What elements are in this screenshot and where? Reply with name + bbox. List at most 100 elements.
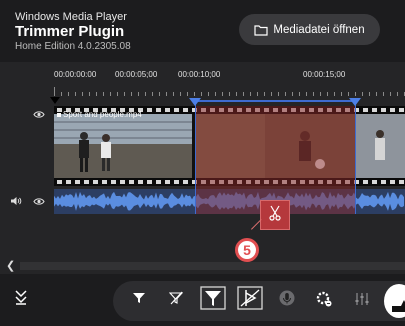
marker-out-icon[interactable] [349, 98, 361, 106]
perforation-hole [390, 180, 395, 184]
ruler-time-label: 00:00:05;00 [115, 70, 158, 79]
ruler-tick [236, 92, 237, 96]
ruler-tick [285, 92, 286, 96]
ruler-tick [201, 92, 202, 96]
ruler-tick [222, 92, 223, 96]
perforation-hole [381, 108, 386, 112]
ruler-tick [124, 92, 125, 96]
trim-filter-button[interactable] [200, 285, 226, 315]
perforation-hole [363, 108, 368, 112]
step-callout: 5 [235, 238, 259, 262]
ruler-tick [229, 92, 230, 96]
ruler-tick [341, 92, 342, 96]
perforation-hole [399, 180, 404, 184]
ruler-tick [75, 92, 76, 96]
selection-end-handle[interactable] [355, 100, 356, 214]
marker-in-icon[interactable] [189, 98, 201, 106]
ruler-tick [187, 92, 188, 96]
perforation-hole [372, 108, 377, 112]
ruler-tick [250, 92, 251, 96]
ruler-tick [376, 92, 377, 96]
selection-start-handle[interactable] [195, 100, 196, 214]
ruler-time-label: 00:00:15;00 [303, 70, 346, 79]
perforation-hole [399, 108, 404, 112]
ruler-tick [82, 92, 83, 96]
perforation-hole [111, 180, 116, 184]
ruler-tick [348, 92, 349, 96]
speaker-icon[interactable] [10, 193, 22, 211]
mark-out-button[interactable] [237, 285, 263, 315]
perforation-hole [372, 180, 377, 184]
ruler-tick [110, 92, 111, 96]
ruler-tick [152, 92, 153, 96]
sliders-icon [354, 291, 370, 312]
ruler-tick [54, 87, 55, 96]
ruler-tick [215, 92, 216, 96]
trim-selection[interactable] [195, 106, 356, 214]
ruler-tick [173, 92, 174, 96]
perforation-hole [390, 108, 395, 112]
ruler-tick [131, 92, 132, 96]
perforation-hole [66, 180, 71, 184]
ruler-tick [117, 92, 118, 96]
filter-button[interactable] [131, 293, 147, 307]
cut-button[interactable] [260, 200, 290, 230]
perforation-hole [129, 180, 134, 184]
scroll-left-icon[interactable]: ❮ [6, 259, 15, 272]
ruler-tick [103, 92, 104, 96]
ruler-tick [194, 92, 195, 96]
perforation-hole [183, 108, 188, 112]
perforation-hole [156, 180, 161, 184]
microphone-icon [279, 290, 295, 311]
ruler-tick [243, 92, 244, 96]
perforation-hole [120, 180, 125, 184]
perforation-hole [84, 180, 89, 184]
ruler-tick [138, 92, 139, 96]
ruler-tick [257, 92, 258, 96]
open-media-button[interactable]: Mediadatei öffnen [239, 14, 380, 45]
ruler-tick [320, 92, 321, 96]
time-ruler[interactable]: 00:00:00:00 00:00:05;00 00:00:10;00 00:00:1… [54, 70, 405, 96]
filter-off-button[interactable] [168, 291, 184, 308]
collapse-button[interactable] [14, 289, 28, 310]
filter-icon [132, 291, 146, 309]
ruler-time-label: 00:00:10;00 [178, 70, 221, 79]
mixer-button[interactable] [354, 291, 370, 312]
ruler-tick [355, 92, 356, 96]
eye-icon[interactable] [33, 193, 45, 211]
perforation-hole [138, 180, 143, 184]
perforation-hole [363, 180, 368, 184]
eye-icon[interactable] [33, 106, 45, 124]
perforation-hole [156, 108, 161, 112]
marker-out-icon [237, 285, 263, 315]
ruler-tick [96, 92, 97, 96]
perforation-hole [174, 180, 179, 184]
perforation-hole [174, 108, 179, 112]
ruler-tick [159, 92, 160, 96]
perforation-hole [147, 108, 152, 112]
filter-icon [200, 285, 226, 315]
ruler-tick [327, 92, 328, 96]
page-title: Trimmer Plugin [15, 23, 125, 40]
clip-marker-icon [57, 112, 61, 117]
video-thumbnail [54, 114, 192, 178]
ruler-tick [61, 92, 62, 96]
version-label: Home Edition 4.0.2305.08 [15, 41, 131, 52]
perforation-hole [381, 180, 386, 184]
folder-icon [254, 24, 268, 36]
playhead-marker[interactable] [50, 97, 60, 104]
ruler-tick [390, 92, 391, 96]
perforation-hole [183, 180, 188, 184]
horizontal-scrollbar[interactable] [20, 262, 405, 270]
ruler-tick [313, 92, 314, 96]
ruler-tick [166, 92, 167, 96]
perforation-hole [165, 180, 170, 184]
selection-bar [195, 100, 356, 102]
ruler-tick [68, 92, 69, 96]
ruler-tick [397, 92, 398, 96]
ruler-tick [362, 92, 363, 96]
settings-button[interactable] [315, 291, 333, 310]
perforation-hole [147, 180, 152, 184]
app-name: Windows Media Player [15, 11, 127, 23]
microphone-button[interactable] [279, 290, 295, 311]
